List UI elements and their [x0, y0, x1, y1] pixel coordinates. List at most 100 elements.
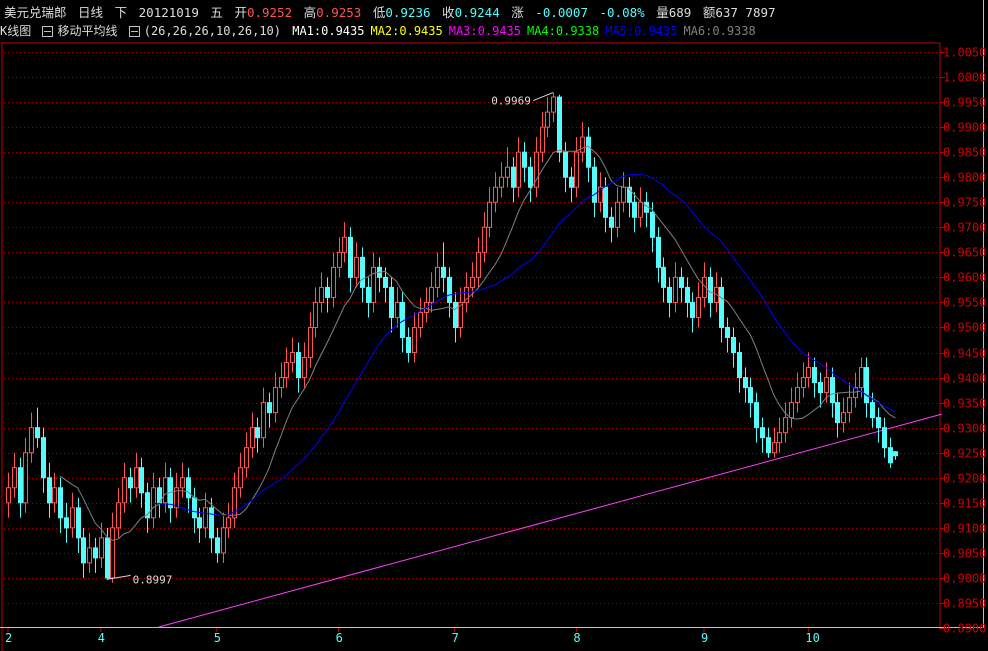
candle-body — [859, 367, 864, 389]
y-tick-label: 0.9250 — [943, 447, 986, 461]
quote-header: 美元兑瑞郎 日线 下 20121019 五 开0.9252 高0.9253 低0… — [4, 2, 780, 20]
candle-body — [23, 452, 28, 504]
candle-body — [76, 507, 81, 539]
candle-body — [105, 537, 110, 579]
low-value: 0.9236 — [385, 5, 431, 20]
y-tick-label: 0.9200 — [943, 472, 986, 486]
ma-indicator-name[interactable]: 移动平均线 — [57, 24, 117, 38]
candle-body — [87, 547, 92, 564]
candle-body — [574, 151, 579, 188]
candle-body — [221, 527, 226, 554]
candle-body — [70, 507, 75, 529]
candle-body — [134, 467, 139, 489]
candle-body — [476, 251, 481, 278]
candle-body — [789, 402, 794, 419]
low-label: 低 — [372, 5, 386, 20]
candle-body — [406, 336, 411, 354]
candle-body — [215, 537, 220, 554]
candle-body — [708, 276, 713, 303]
ma-long-line — [152, 173, 896, 517]
candle-body — [110, 527, 115, 579]
close-label: 收 — [442, 5, 455, 20]
ma-legend-4: MA4:0.9338 — [526, 24, 600, 38]
y-tick-label: 0.9100 — [943, 522, 986, 536]
candle-body — [545, 111, 550, 128]
candle-body — [348, 236, 353, 278]
candle-body — [47, 477, 52, 504]
y-tick-label: 0.9800 — [943, 171, 986, 185]
y-tick-label: 0.9850 — [943, 146, 986, 160]
candle-body — [632, 201, 637, 218]
candle-body — [383, 276, 388, 288]
y-tick-label: 0.9300 — [943, 422, 986, 436]
collapse-icon[interactable] — [42, 26, 54, 37]
direction: 下 — [114, 5, 128, 20]
candle-body — [279, 377, 284, 389]
y-tick-label: 0.8900 — [943, 622, 986, 636]
y-tick-label: 0.9400 — [943, 372, 986, 386]
y-tick-label: 0.8950 — [943, 597, 986, 611]
date: 20121019 — [138, 5, 199, 20]
candle-body — [290, 352, 295, 364]
y-tick-label: 0.9050 — [943, 547, 986, 561]
candle-body — [864, 367, 869, 404]
candle-body — [661, 266, 666, 288]
candle-body — [603, 186, 608, 218]
candle-body — [163, 477, 168, 504]
candle-body — [685, 286, 690, 303]
candle-body — [679, 276, 684, 288]
period: 日线 — [78, 5, 104, 20]
candle-body — [52, 487, 57, 504]
candle-body — [551, 96, 556, 113]
ma-legend-5: MA5:0.9435 — [605, 24, 678, 38]
high-label: 高 — [303, 5, 317, 20]
candle-body — [41, 437, 46, 479]
candle-body — [795, 387, 800, 404]
open-value: 0.9252 — [246, 5, 293, 20]
candle-body — [116, 502, 121, 529]
collapse-icon[interactable] — [128, 26, 140, 37]
candle-body — [255, 427, 260, 439]
candle-body — [453, 301, 458, 328]
candle-body — [12, 467, 17, 489]
candle-body — [186, 477, 191, 499]
open-label: 开 — [234, 5, 247, 20]
y-tick-label: 0.9150 — [943, 497, 986, 511]
candle-body — [528, 166, 533, 188]
volume: 量689 — [656, 5, 692, 20]
x-tick-label: 10 — [805, 631, 819, 645]
candle-body — [238, 467, 243, 489]
candle-body — [128, 477, 133, 489]
candle-body — [737, 352, 742, 379]
candle-body — [725, 326, 730, 338]
weekday: 五 — [210, 5, 223, 20]
ma-params: (26,26,26,10,26,10) — [143, 24, 281, 38]
candle-body — [371, 266, 376, 303]
low-annotation: 0.8997 — [133, 573, 173, 586]
x-tick-label: 6 — [336, 631, 343, 645]
candle-body — [267, 402, 272, 414]
candle-body — [667, 286, 672, 303]
candle-body — [650, 211, 655, 238]
candle-body — [441, 266, 446, 278]
candle-body — [656, 236, 661, 268]
ma-legend-3: MA3:0.9435 — [448, 24, 521, 38]
candle-body — [302, 357, 307, 379]
candle-body — [748, 387, 753, 404]
candle-body — [830, 377, 835, 404]
kline-tab[interactable]: K线图 — [0, 24, 31, 38]
candle-body — [847, 397, 852, 414]
high-value: 0.9253 — [316, 5, 362, 20]
candle-body — [673, 276, 678, 303]
candle-body — [801, 377, 806, 389]
candle-body — [690, 301, 695, 318]
candlestick-chart[interactable]: 1.0050 1.0000 0.9950 0.9900 0.9850 0.9800 0.97… — [0, 0, 988, 651]
candle-body — [395, 301, 400, 318]
amount: 额637 7897 — [702, 5, 776, 20]
y-tick-label: 0.9550 — [943, 296, 986, 310]
x-tick-label: 4 — [98, 631, 105, 645]
x-tick-label: 2 — [5, 631, 12, 645]
candle-body — [342, 236, 347, 253]
candle-body — [743, 377, 748, 389]
candle-body — [516, 151, 521, 188]
